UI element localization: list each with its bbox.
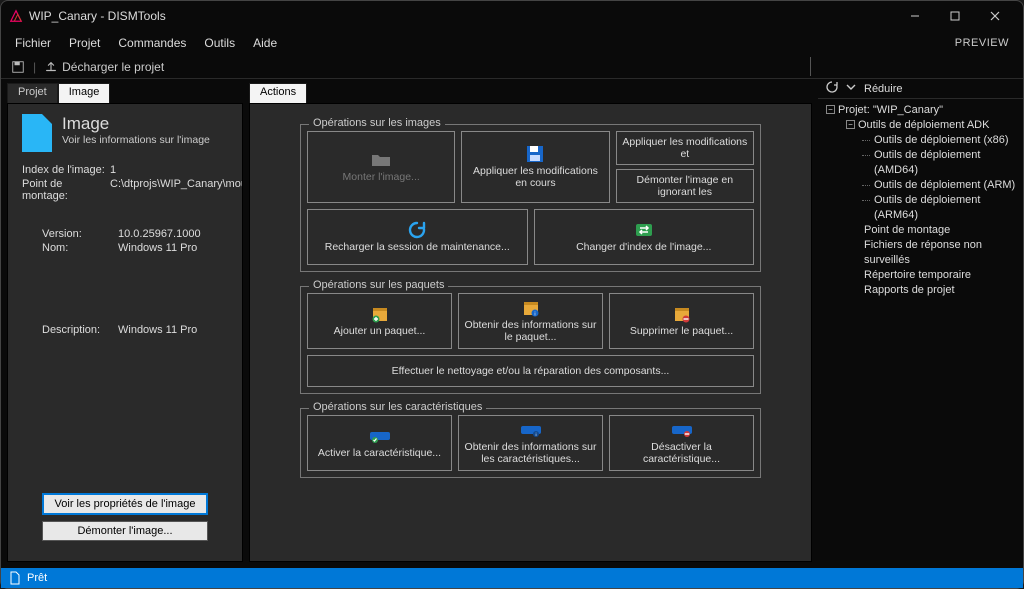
image-subheading: Voir les informations sur l'image: [62, 134, 210, 146]
unload-project-label: Décharger le projet: [62, 60, 164, 74]
package-operations-group: Opérations sur les paquets Ajouter un pa…: [300, 286, 761, 394]
version-value: 10.0.25967.1000: [118, 228, 228, 240]
mount-point-value: C:\dtprojs\WIP_Canary\mount: [110, 178, 242, 202]
tree-reports[interactable]: Rapports de projet: [824, 283, 1017, 298]
feature-info-icon: i: [520, 421, 542, 439]
apply-pending-changes-button[interactable]: Appliquer les modifications en cours: [461, 131, 609, 203]
name-label: Nom:: [42, 242, 118, 254]
feature-operations-legend: Opérations sur les caractéristiques: [309, 401, 486, 413]
status-bar: Prêt: [1, 568, 1023, 588]
tree-adk[interactable]: −Outils de déploiement ADK: [824, 118, 1017, 133]
toolbar: | Décharger le projet: [1, 55, 1023, 79]
preview-badge: PREVIEW: [955, 37, 1009, 49]
package-operations-legend: Opérations sur les paquets: [309, 279, 448, 291]
name-value: Windows 11 Pro: [118, 242, 228, 254]
maximize-button[interactable]: [935, 2, 975, 30]
menu-help[interactable]: Aide: [253, 36, 277, 50]
reload-session-button[interactable]: Recharger la session de maintenance...: [307, 209, 528, 265]
image-index-value: 1: [110, 164, 242, 176]
reload-icon: [408, 221, 426, 239]
disable-feature-button[interactable]: Désactiver la caractéristique...: [609, 415, 754, 471]
package-remove-icon: [672, 305, 692, 323]
tree-adk-x86[interactable]: Outils de déploiement (x86): [824, 133, 1017, 148]
svg-text:i: i: [534, 312, 535, 318]
description-value: Windows 11 Pro: [118, 324, 228, 336]
close-button[interactable]: [975, 2, 1015, 30]
tree-project[interactable]: −Projet: "WIP_Canary": [824, 103, 1017, 118]
titlebar: WIP_Canary - DISMTools: [1, 1, 1023, 31]
version-label: Version:: [42, 228, 118, 240]
image-index-label: Index de l'image:: [22, 164, 110, 176]
image-file-icon: [22, 114, 52, 152]
mount-image-button[interactable]: Monter l'image...: [307, 131, 455, 203]
package-add-icon: [370, 305, 390, 323]
package-info-icon: i: [521, 299, 541, 317]
tree-temp[interactable]: Répertoire temporaire: [824, 268, 1017, 283]
status-doc-icon: [9, 571, 21, 585]
enable-feature-button[interactable]: Activer la caractéristique...: [307, 415, 452, 471]
get-package-info-button[interactable]: i Obtenir des informations sur le paquet…: [458, 293, 603, 349]
description-label: Description:: [42, 324, 118, 336]
tree-adk-arm64[interactable]: Outils de déploiement (ARM64): [824, 193, 1017, 223]
menu-file[interactable]: Fichier: [15, 36, 51, 50]
unmount-image-button[interactable]: Démonter l'image...: [42, 521, 208, 541]
image-heading: Image: [62, 114, 210, 134]
feature-disable-icon: [671, 421, 693, 439]
get-feature-info-button[interactable]: i Obtenir des informations sur les carac…: [458, 415, 603, 471]
feature-enable-icon: [369, 427, 391, 445]
image-operations-group: Opérations sur les images Monter l'image…: [300, 124, 761, 272]
save-button[interactable]: [11, 60, 25, 74]
tab-project[interactable]: Projet: [7, 83, 58, 103]
status-text: Prêt: [27, 572, 47, 584]
folder-icon: [371, 151, 391, 169]
side-tree-panel: Réduire −Projet: "WIP_Canary" −Outils de…: [818, 79, 1023, 568]
svg-text:i: i: [535, 432, 536, 437]
component-cleanup-button[interactable]: Effectuer le nettoyage et/ou la réparati…: [307, 355, 754, 387]
collapse-icon[interactable]: [846, 82, 856, 95]
unload-project-button[interactable]: Décharger le projet: [44, 60, 164, 74]
unmount-ignoring-button[interactable]: Démonter l'image en ignorant les: [616, 169, 754, 203]
swap-icon: [634, 221, 654, 239]
tree-adk-arm[interactable]: Outils de déploiement (ARM): [824, 178, 1017, 193]
app-icon: [9, 9, 23, 23]
menu-tools[interactable]: Outils: [204, 36, 235, 50]
menu-commands[interactable]: Commandes: [118, 36, 186, 50]
change-image-index-button[interactable]: Changer d'index de l'image...: [534, 209, 755, 265]
tree-adk-amd64[interactable]: Outils de déploiement (AMD64): [824, 148, 1017, 178]
minimize-button[interactable]: [895, 2, 935, 30]
mount-point-label: Point de montage:: [22, 178, 110, 202]
tree-unattended[interactable]: Fichiers de réponse non surveillés: [824, 238, 1017, 268]
tab-image[interactable]: Image: [58, 83, 111, 103]
menu-project[interactable]: Projet: [69, 36, 100, 50]
feature-operations-group: Opérations sur les caractéristiques Acti…: [300, 408, 761, 478]
view-image-properties-button[interactable]: Voir les propriétés de l'image: [42, 493, 208, 515]
remove-package-button[interactable]: Supprimer le paquet...: [609, 293, 754, 349]
apply-changes-and-button[interactable]: Appliquer les modifications et: [616, 131, 754, 165]
window-title: WIP_Canary - DISMTools: [29, 9, 166, 23]
add-package-button[interactable]: Ajouter un paquet...: [307, 293, 452, 349]
tab-actions[interactable]: Actions: [249, 83, 307, 103]
menubar: Fichier Projet Commandes Outils Aide PRE…: [1, 31, 1023, 55]
tree-mount[interactable]: Point de montage: [824, 223, 1017, 238]
refresh-icon[interactable]: [826, 81, 838, 96]
floppy-disk-icon: [526, 145, 544, 163]
reduce-label[interactable]: Réduire: [864, 83, 903, 95]
image-operations-legend: Opérations sur les images: [309, 117, 445, 129]
